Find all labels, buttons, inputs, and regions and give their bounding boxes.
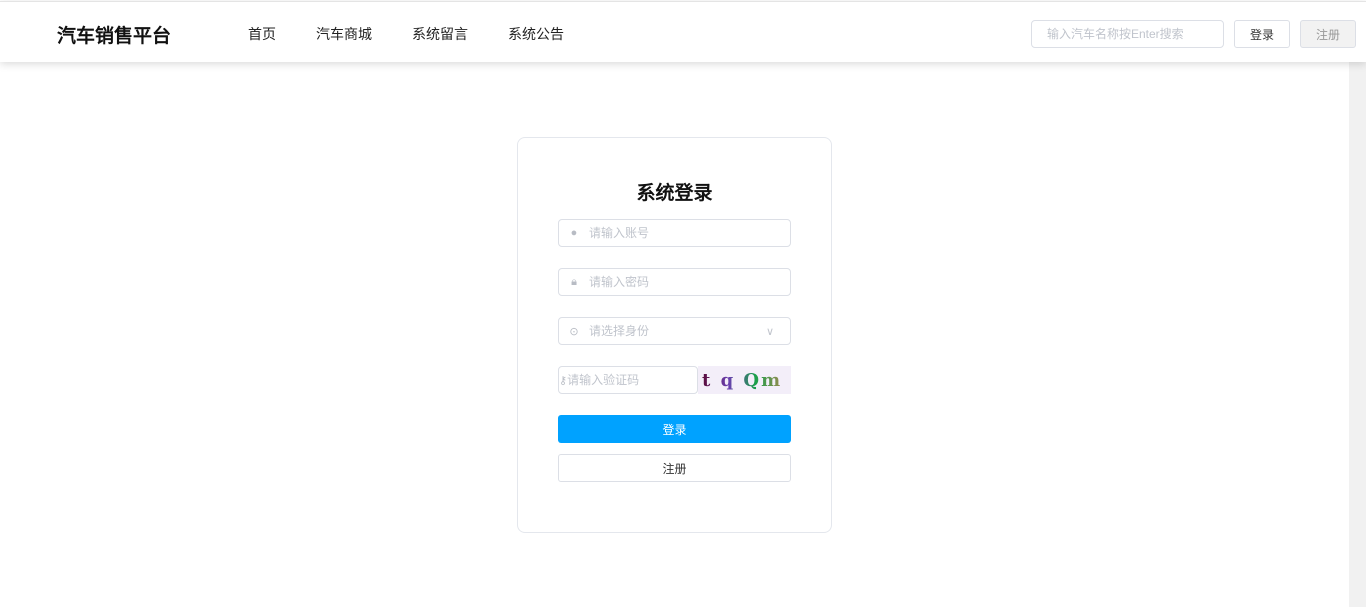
nav-car-mall[interactable]: 汽车商城 [316, 24, 372, 44]
captcha-image[interactable]: t q Qm [698, 366, 791, 394]
top-header: 汽车销售平台 首页 汽车商城 系统留言 系统公告 登录 注册 [0, 1, 1366, 62]
login-title: 系统登录 [636, 183, 713, 204]
site-logo[interactable]: 汽车销售平台 [57, 21, 171, 48]
search-input[interactable] [1031, 20, 1224, 48]
captcha-field[interactable]: ⚷ [558, 366, 723, 394]
user-icon: ● [570, 227, 578, 239]
chevron-down-icon: ∨ [766, 325, 775, 338]
account-field[interactable]: ● [558, 219, 791, 247]
nav-announcements[interactable]: 系统公告 [508, 24, 564, 44]
password-input[interactable] [589, 275, 790, 289]
key-icon: ⚷ [559, 374, 568, 387]
check-circle-icon: ⊙ [569, 325, 579, 338]
scrollbar[interactable] [1349, 62, 1366, 607]
login-button[interactable]: 登录 [558, 415, 791, 443]
captcha-text: t q Qm [702, 370, 783, 391]
account-input[interactable] [589, 226, 790, 240]
role-select[interactable]: ⊙∨ [558, 317, 791, 345]
nav-messages[interactable]: 系统留言 [412, 24, 468, 44]
login-card: 系统登录 ● 🔒︎ ⊙∨ ⚷ t q Qm 登录 注册 [517, 137, 832, 533]
nav-home[interactable]: 首页 [248, 24, 276, 44]
role-input[interactable] [589, 324, 766, 338]
header-register-button[interactable]: 注册 [1300, 20, 1356, 48]
password-field[interactable]: 🔒︎ [558, 268, 791, 296]
lock-icon: 🔒︎ [571, 275, 577, 288]
register-button[interactable]: 注册 [558, 454, 791, 482]
header-login-button[interactable]: 登录 [1234, 20, 1290, 48]
